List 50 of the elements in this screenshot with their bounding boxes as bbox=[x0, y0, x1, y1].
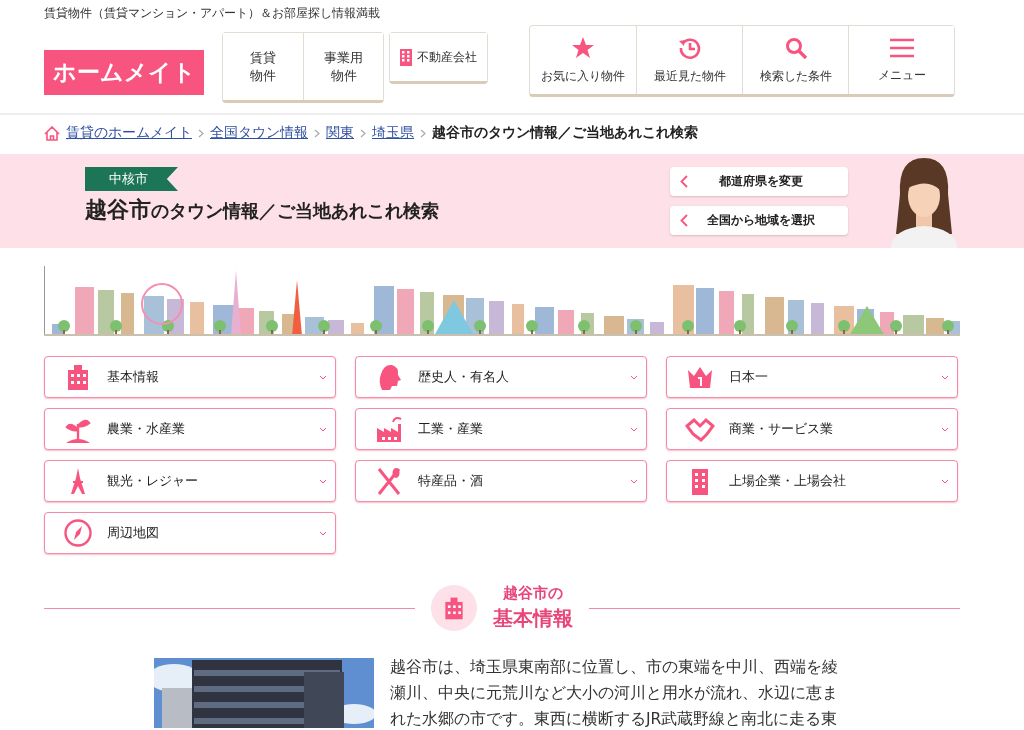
chevron-down-icon bbox=[941, 426, 949, 432]
chevron-down-icon bbox=[630, 478, 638, 484]
chevron-icon bbox=[420, 128, 426, 138]
menu-icon bbox=[888, 36, 915, 59]
user-nav-button[interactable]: メニュー bbox=[848, 26, 954, 94]
section-city: 越谷市の bbox=[503, 584, 563, 603]
breadcrumb-link[interactable]: 関東 bbox=[326, 124, 354, 142]
category-button[interactable]: 歴史人・有名人 bbox=[355, 356, 647, 398]
chevron-left-icon bbox=[680, 214, 688, 227]
building-icon bbox=[400, 48, 412, 66]
category-button[interactable]: 観光・レジャー bbox=[44, 460, 336, 502]
page-title: 越谷市のタウン情報／ご当地あれこれ検索 bbox=[85, 196, 440, 224]
tagline: 賃貸物件（賃貸マンション・アパート）＆お部屋探し情報満載 bbox=[43, 5, 380, 22]
category-button[interactable]: 工業・産業 bbox=[355, 408, 647, 450]
compass-icon bbox=[63, 518, 93, 548]
category-button[interactable]: 基本情報 bbox=[44, 356, 336, 398]
chevron-down-icon bbox=[319, 478, 327, 484]
category-button[interactable]: 商業・サービス業 bbox=[666, 408, 958, 450]
city-type-tag: 中核市 bbox=[85, 167, 178, 191]
chevron-icon bbox=[198, 128, 204, 138]
chevron-down-icon bbox=[630, 426, 638, 432]
category-button[interactable]: 周辺地図 bbox=[44, 512, 336, 554]
chevron-down-icon bbox=[630, 374, 638, 380]
section-title: 基本情報 bbox=[493, 605, 573, 632]
chevron-down-icon bbox=[941, 374, 949, 380]
category-button[interactable]: 農業・水産業 bbox=[44, 408, 336, 450]
chevron-down-icon bbox=[941, 478, 949, 484]
breadcrumb-link[interactable]: 賃貸のホームメイト bbox=[66, 124, 192, 142]
category-button[interactable]: 日本一 bbox=[666, 356, 958, 398]
agency-button[interactable]: 不動産会社 bbox=[390, 33, 487, 81]
region-button[interactable]: 都道府県を変更 bbox=[670, 167, 848, 196]
chevron-down-icon bbox=[319, 374, 327, 380]
chevron-down-icon bbox=[319, 530, 327, 536]
chevron-left-icon bbox=[680, 175, 688, 188]
breadcrumb-current: 越谷市のタウン情報／ご当地あれこれ検索 bbox=[432, 124, 698, 142]
breadcrumb-link[interactable]: 埼玉県 bbox=[372, 124, 414, 142]
chevron-down-icon bbox=[319, 426, 327, 432]
category-button[interactable]: 上場企業・上場会社 bbox=[666, 460, 958, 502]
home-icon bbox=[44, 125, 60, 141]
breadcrumb-link[interactable]: 全国タウン情報 bbox=[210, 124, 308, 142]
history-icon bbox=[677, 35, 702, 60]
category-button[interactable]: 特産品・酒 bbox=[355, 460, 647, 502]
factory-icon bbox=[374, 414, 404, 444]
chevron-icon bbox=[314, 128, 320, 138]
region-button[interactable]: 全国から地域を選択 bbox=[670, 206, 848, 235]
star-icon bbox=[571, 35, 595, 60]
property-type-button[interactable]: 事業用 物件 bbox=[303, 33, 383, 100]
city-description: 越谷市は、埼玉県東南部に位置し、市の東端を中川、西端を綾瀬川、中央に元荒川など大小の河川と用水が流れ、水辺に恵まれた水郷の市です。東西に横断するJR武蔵野線と南北に走る東 bbox=[390, 657, 839, 730]
search-icon bbox=[783, 35, 808, 60]
chevron-icon bbox=[360, 128, 366, 138]
